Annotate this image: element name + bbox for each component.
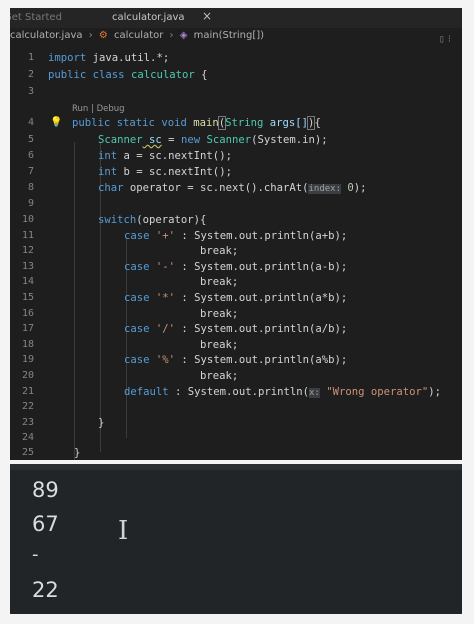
code-line-16: break; — [200, 308, 239, 320]
code-line-23: } — [98, 417, 105, 429]
chevron-right-icon: › — [88, 30, 93, 41]
line-number: 2 — [27, 69, 34, 80]
code-line-21: default : System.out.println(x: "Wrong o… — [124, 386, 442, 398]
text-cursor-icon: I — [118, 516, 129, 546]
line-number: 6 — [27, 150, 34, 161]
code-line-19: case '%' : System.out.println(a%b); — [124, 354, 348, 366]
line-number: 10 — [21, 214, 34, 225]
line-number: 3 — [27, 86, 34, 97]
parameter-hint: x: — [308, 388, 320, 398]
code-line-12: break; — [200, 245, 239, 257]
console-line: 89 — [32, 478, 59, 502]
photo-frame: Get Started calculator.java × calculator… — [0, 0, 474, 624]
console-line: 22 — [32, 578, 59, 602]
method-icon: ◈ — [179, 30, 188, 41]
lightbulb-icon[interactable]: 💡 — [50, 117, 62, 128]
console-line: - — [32, 544, 39, 565]
line-number: 16 — [21, 308, 34, 319]
line-number: 23 — [21, 417, 34, 428]
line-number: 20 — [21, 370, 34, 381]
code-line-15: case '*' : System.out.println(a*b); — [124, 292, 348, 304]
run-debug-codelens[interactable]: Run | Debug — [72, 104, 125, 114]
code-line-6: int a = sc.nextInt(); — [98, 150, 232, 162]
breadcrumb-class[interactable]: calculator — [114, 30, 163, 41]
code-line-7: int b = sc.nextInt(); — [98, 166, 232, 178]
console-output[interactable]: 89 67 - 22 I — [10, 464, 462, 614]
parameter-hint: index: — [308, 184, 341, 194]
code-line-1: import java.util.*; — [48, 52, 170, 64]
line-number: 1 — [27, 52, 34, 63]
tab-calculator-java[interactable]: calculator.java — [112, 12, 185, 23]
code-line-13: case '-' : System.out.println(a-b); — [124, 261, 348, 273]
breadcrumb-file[interactable]: calculator.java — [10, 30, 83, 41]
line-number: 12 — [21, 245, 34, 256]
line-number: 14 — [21, 276, 34, 287]
code-line-11: case '+' : System.out.println(a+b); — [124, 230, 348, 242]
code-line-25: } — [74, 447, 81, 459]
code-line-10: switch(operator){ — [98, 214, 207, 226]
line-number: 15 — [21, 292, 34, 303]
code-line-4: public static void main(String args[]){ — [72, 116, 321, 130]
tab-bar: Get Started calculator.java × — [10, 8, 462, 28]
line-number: 5 — [27, 134, 34, 145]
line-number: 18 — [21, 339, 34, 350]
indent-guide — [74, 142, 75, 460]
console-line: 67 — [32, 512, 59, 536]
line-number: 22 — [21, 401, 34, 412]
breadcrumb-method[interactable]: main(String[]) — [194, 30, 264, 41]
line-number: 19 — [21, 354, 34, 365]
tab-get-started[interactable]: Get Started — [10, 12, 62, 23]
code-editor[interactable]: Get Started calculator.java × calculator… — [10, 8, 462, 460]
line-number: 17 — [21, 323, 34, 334]
breadcrumb: calculator.java › ⚙ calculator › ◈ main(… — [10, 30, 462, 46]
line-number: 24 — [21, 432, 34, 443]
line-number: 7 — [27, 166, 34, 177]
code-line-17: case '/' : System.out.println(a/b); — [124, 323, 348, 335]
line-number: 11 — [21, 230, 34, 241]
code-line-2: public class calculator { — [48, 69, 208, 81]
line-number: 4 — [27, 117, 34, 128]
console-top-edge — [10, 464, 462, 470]
line-number: 9 — [27, 198, 34, 209]
code-line-14: break; — [200, 276, 239, 288]
code-line-8: char operator = sc.next().charAt(index: … — [98, 182, 367, 194]
code-line-5: Scanner sc = new Scanner(System.in); — [98, 134, 328, 146]
chevron-right-icon: › — [169, 30, 174, 41]
java-class-icon: ⚙ — [98, 30, 108, 41]
line-number: 21 — [21, 386, 34, 397]
more-actions-icon[interactable]: ⁝ — [448, 34, 454, 45]
code-line-20: break; — [200, 370, 239, 382]
close-tab-icon[interactable]: × — [202, 9, 212, 23]
editor-actions: ▯⁝ — [439, 34, 454, 45]
line-number: 8 — [27, 182, 34, 193]
split-editor-icon[interactable]: ▯ — [439, 34, 448, 45]
line-number: 25 — [21, 447, 34, 458]
code-line-18: break; — [200, 339, 239, 351]
line-number: 13 — [21, 261, 34, 272]
